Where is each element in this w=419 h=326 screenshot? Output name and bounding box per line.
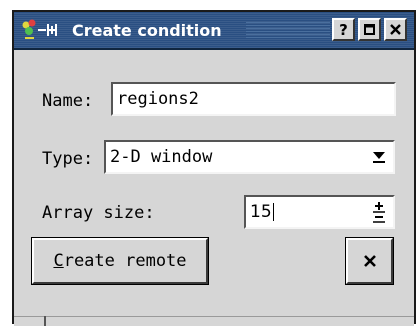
close-icon xyxy=(363,255,376,267)
type-label: Type: xyxy=(42,149,94,169)
status-strip xyxy=(14,316,414,326)
maximize-button[interactable] xyxy=(358,18,381,41)
spin-arrows-icon[interactable] xyxy=(371,201,387,223)
window-title: Create condition xyxy=(72,21,222,40)
array-size-spinbox[interactable]: 15 xyxy=(244,195,395,229)
name-label: Name: xyxy=(42,91,94,111)
close-window-button[interactable] xyxy=(384,18,407,41)
maximize-icon xyxy=(364,24,375,35)
status-strip-divider xyxy=(44,316,46,326)
title-bar[interactable]: Create condition ? xyxy=(14,12,414,50)
name-input-value: regions2 xyxy=(117,89,199,109)
array-size-value: 15 xyxy=(250,202,272,222)
title-bar-stripe xyxy=(246,22,330,38)
close-button[interactable] xyxy=(345,237,394,285)
app-icon xyxy=(22,19,57,39)
type-select[interactable]: 2-D window xyxy=(104,140,395,174)
array-size-label: Array size: xyxy=(42,203,155,223)
close-icon xyxy=(390,24,401,35)
type-select-value: 2-D window xyxy=(110,147,213,167)
text-caret xyxy=(272,203,274,221)
create-condition-window: Create condition ? Name: regions2 Type: … xyxy=(12,10,416,326)
chevron-down-icon[interactable] xyxy=(371,149,387,164)
create-remote-label: Create remote xyxy=(53,251,187,271)
help-button[interactable]: ? xyxy=(332,18,355,41)
create-remote-button[interactable]: Create remote xyxy=(31,237,209,285)
name-input[interactable]: regions2 xyxy=(111,82,396,116)
